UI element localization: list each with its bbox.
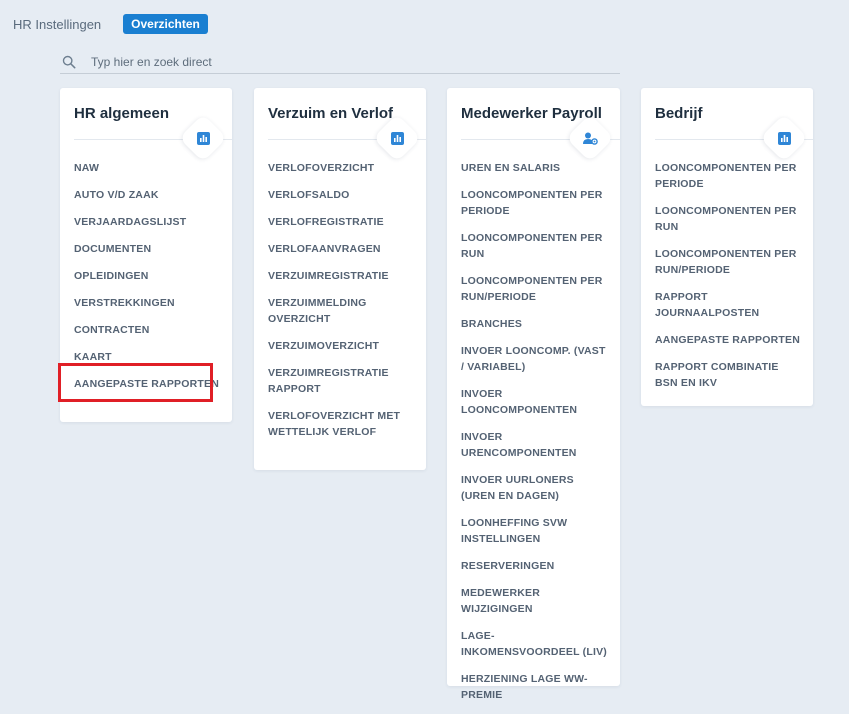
list-item[interactable]: AUTO V/D ZAAK bbox=[74, 187, 220, 203]
list-item[interactable]: DOCUMENTEN bbox=[74, 241, 220, 257]
card-title: Bedrijf bbox=[655, 105, 703, 122]
list-item[interactable]: VERZUIMOVERZICHT bbox=[268, 338, 414, 354]
list-item[interactable]: RESERVERINGEN bbox=[461, 558, 608, 574]
list-item[interactable]: INVOER UURLONERS (UREN EN DAGEN) bbox=[461, 472, 608, 504]
search-icon bbox=[62, 55, 76, 68]
list-item[interactable]: LOONCOMPONENTEN PER RUN bbox=[461, 230, 608, 262]
list-item[interactable]: LOONHEFFING SVW INSTELLINGEN bbox=[461, 515, 608, 547]
list-item[interactable]: UREN EN SALARIS bbox=[461, 160, 608, 176]
bar-chart-icon bbox=[195, 130, 211, 146]
list-item[interactable]: VERZUIMREGISTRATIE RAPPORT bbox=[268, 365, 414, 397]
user-settings-icon bbox=[582, 130, 598, 146]
report-list: UREN EN SALARIS LOONCOMPONENTEN PER PERI… bbox=[461, 160, 608, 714]
list-item[interactable]: LOONCOMPONENTEN PER PERIODE bbox=[655, 160, 801, 192]
bar-chart-icon bbox=[389, 130, 405, 146]
bar-chart-icon bbox=[776, 130, 792, 146]
card-title: HR algemeen bbox=[74, 105, 170, 122]
list-item[interactable]: LAGE-INKOMENSVOORDEEL (LIV) bbox=[461, 628, 608, 660]
list-item[interactable]: LOONCOMPONENTEN PER PERIODE bbox=[461, 187, 608, 219]
list-item[interactable]: VERLOFREGISTRATIE bbox=[268, 214, 414, 230]
card-bedrijf: Bedrijf LOONCOMPONENTEN PER PERIODE LOON… bbox=[641, 88, 813, 406]
list-item[interactable]: AANGEPASTE RAPPORTEN bbox=[655, 332, 801, 348]
list-item[interactable]: HERZIENING LAGE WW-PREMIE bbox=[461, 671, 608, 703]
list-item[interactable]: MEDEWERKER WIJZIGINGEN bbox=[461, 585, 608, 617]
list-item[interactable]: CONTRACTEN bbox=[74, 322, 220, 338]
search-input[interactable] bbox=[89, 53, 573, 70]
list-item[interactable]: VERLOFOVERZICHT bbox=[268, 160, 414, 176]
list-item[interactable]: VERLOFOVERZICHT MET WETTELIJK VERLOF bbox=[268, 408, 414, 440]
list-item[interactable]: VERJAARDAGSLIJST bbox=[74, 214, 220, 230]
card-title: Verzuim en Verlof bbox=[268, 105, 394, 122]
list-item[interactable]: INVOER LOONCOMPONENTEN bbox=[461, 386, 608, 418]
list-item[interactable]: VERLOFSALDO bbox=[268, 187, 414, 203]
list-item[interactable]: INVOER LOONCOMP. (VAST / VARIABEL) bbox=[461, 343, 608, 375]
list-item[interactable]: INVOER URENCOMPONENTEN bbox=[461, 429, 608, 461]
card-verzuim-en-verlof: Verzuim en Verlof VERLOFOVERZICHT VERLOF… bbox=[254, 88, 426, 470]
highlight-box bbox=[58, 363, 213, 402]
list-item[interactable]: RAPPORT COMBINATIE BSN EN IKV bbox=[655, 359, 801, 391]
tab-overzichten[interactable]: Overzichten bbox=[123, 14, 208, 34]
list-item[interactable]: VERZUIMMELDING OVERZICHT bbox=[268, 295, 414, 327]
report-list: LOONCOMPONENTEN PER PERIODE LOONCOMPONEN… bbox=[655, 160, 801, 402]
list-item[interactable]: LOONCOMPONENTEN PER RUN/PERIODE bbox=[655, 246, 801, 278]
list-item[interactable]: NAW bbox=[74, 160, 220, 176]
list-item[interactable]: VERSTREKKINGEN bbox=[74, 295, 220, 311]
list-item[interactable]: RAPPORT JOURNAALPOSTEN bbox=[655, 289, 801, 321]
list-item[interactable]: LOONCOMPONENTEN PER RUN bbox=[655, 203, 801, 235]
list-item[interactable]: LOONCOMPONENTEN PER RUN/PERIODE bbox=[461, 273, 608, 305]
list-item[interactable]: VERLOFAANVRAGEN bbox=[268, 241, 414, 257]
card-title: Medewerker Payroll bbox=[461, 105, 602, 122]
tab-hr-instellingen[interactable]: HR Instellingen bbox=[13, 17, 101, 32]
report-list: VERLOFOVERZICHT VERLOFSALDO VERLOFREGIST… bbox=[268, 160, 414, 451]
search-bar bbox=[60, 50, 620, 74]
top-nav: HR Instellingen Overzichten bbox=[13, 14, 208, 34]
list-item[interactable]: BRANCHES bbox=[461, 316, 608, 332]
list-item[interactable]: OPLEIDINGEN bbox=[74, 268, 220, 284]
list-item[interactable]: VERZUIMREGISTRATIE bbox=[268, 268, 414, 284]
card-medewerker-payroll: Medewerker Payroll UREN EN SALARIS LOONC… bbox=[447, 88, 620, 701]
